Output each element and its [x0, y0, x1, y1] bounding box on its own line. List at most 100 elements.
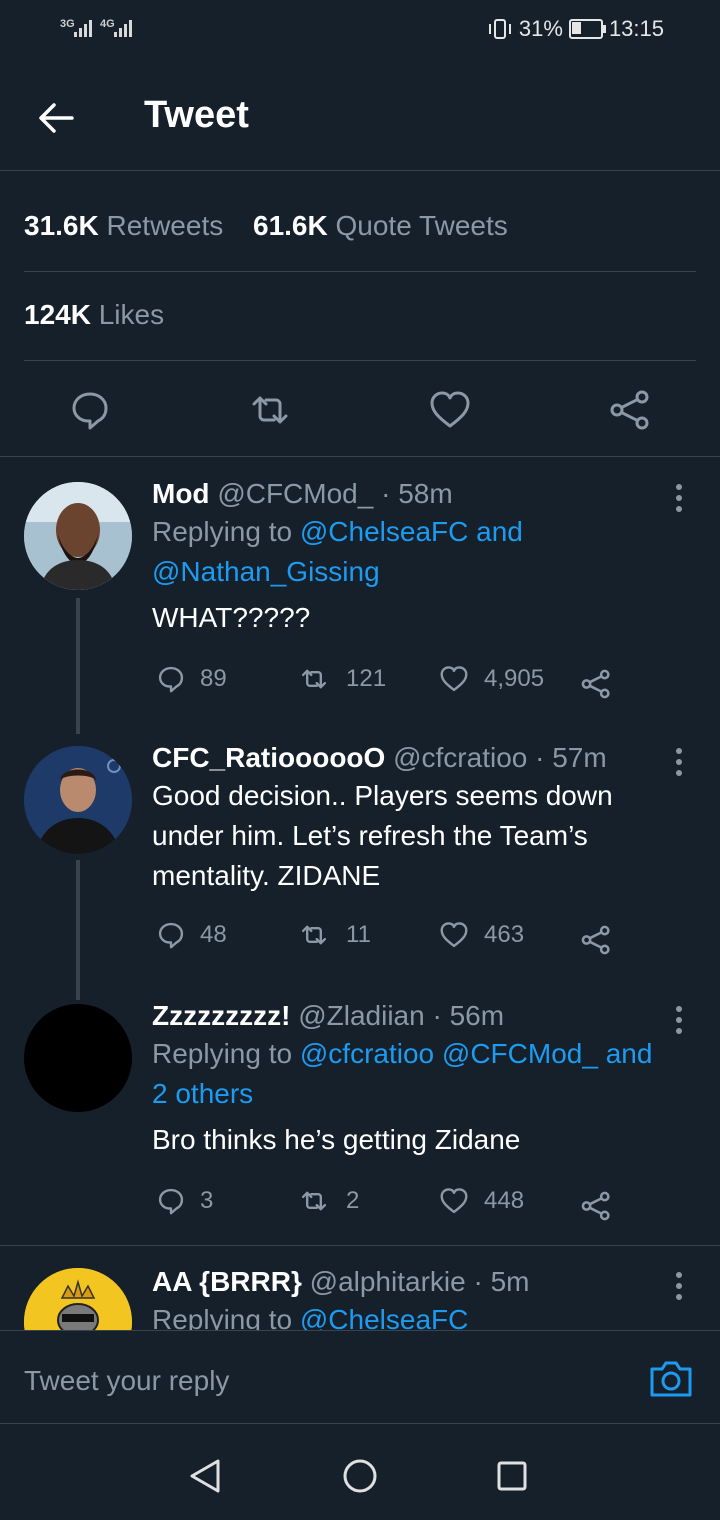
retweet-action[interactable]: 11 — [296, 920, 371, 950]
tweet-text-line: Good decision.. Players seems down — [152, 780, 613, 811]
reply-tweet[interactable]: AA {BRRR} @alphitarkie · 5m Replying to … — [152, 1266, 692, 1330]
more-vertical-icon[interactable] — [676, 1006, 684, 1039]
avatar-photo — [24, 482, 132, 590]
divider — [0, 456, 720, 457]
tweet-actions: 3 2 448 — [152, 1186, 622, 1226]
page-title: Tweet — [144, 94, 249, 136]
heart-icon[interactable] — [428, 388, 472, 432]
retweet-icon — [301, 925, 327, 945]
thread-line — [76, 598, 80, 734]
quotes-stat[interactable]: 61.6K Quote Tweets — [253, 210, 508, 241]
retweet-count: 2 — [346, 1187, 360, 1214]
retweet-count: 121 — [346, 665, 387, 692]
reply-tweet[interactable]: CFC_RatioooooO @cfcratioo · 57m Good dec… — [152, 742, 692, 896]
square-recents-icon[interactable] — [496, 1460, 528, 1492]
like-action[interactable]: 463 — [438, 920, 524, 950]
more-vertical-icon[interactable] — [676, 1272, 684, 1305]
more-vertical-icon[interactable] — [676, 748, 684, 781]
reply-tweet-clip: AA {BRRR} @alphitarkie · 5m Replying to … — [0, 1246, 720, 1330]
tweet-text: WHAT????? — [152, 602, 311, 633]
retweet-icon — [301, 669, 327, 689]
author-name: Zzzzzzzzz! — [152, 1000, 291, 1031]
circle-home-icon[interactable] — [342, 1458, 378, 1494]
share-icon[interactable] — [580, 1190, 612, 1222]
avatar[interactable] — [24, 482, 132, 590]
tweet-author[interactable]: Zzzzzzzzz! @Zladiian · 56m — [152, 1000, 692, 1032]
divider — [24, 360, 696, 361]
retweet-action[interactable]: 2 — [296, 1186, 359, 1216]
author-handle: @cfcratioo — [393, 742, 528, 773]
like-count: 4,905 — [484, 665, 545, 692]
tweet-time: · 56m — [432, 1000, 505, 1031]
speech-bubble-icon[interactable] — [68, 388, 112, 432]
reply-tweet[interactable]: Zzzzzzzzz! @Zladiian · 56m Replying to @… — [152, 1000, 692, 1160]
more-vertical-icon[interactable] — [676, 484, 684, 517]
thread-line — [76, 860, 80, 1000]
signal-label-3g: 3G — [60, 18, 75, 30]
avatar-photo — [24, 746, 132, 854]
engagement-stats-row: 31.6K Retweets 61.6K Quote Tweets — [24, 210, 508, 242]
system-nav-bar — [0, 1422, 720, 1520]
reply-input[interactable]: Tweet your reply — [24, 1365, 229, 1397]
reply-tweet[interactable]: Mod @CFCMod_ · 58m Replying to @ChelseaF… — [152, 478, 692, 638]
tweet-time: · 57m — [535, 742, 607, 773]
tweet-text: Good decision.. Players seems down under… — [152, 776, 692, 896]
like-action[interactable]: 4,905 — [438, 664, 544, 694]
speech-bubble-icon — [158, 1188, 184, 1215]
like-count: 463 — [484, 921, 525, 948]
camera-icon[interactable] — [648, 1359, 694, 1399]
tweet-text-line: under him. Let’s refresh the Team’s — [152, 820, 588, 851]
mention-link[interactable]: 2 others — [152, 1078, 253, 1109]
mention-link[interactable]: @Nathan_Gissing — [152, 556, 380, 587]
mention-link[interactable]: @ChelseaFC and — [300, 516, 523, 547]
retweets-stat[interactable]: 31.6K Retweets — [24, 210, 223, 241]
heart-icon — [440, 1188, 468, 1214]
tweet-author[interactable]: AA {BRRR} @alphitarkie · 5m — [152, 1266, 692, 1298]
replying-to: Replying to @ChelseaFC and @Nathan_Gissi… — [152, 512, 692, 592]
battery-icon — [568, 19, 606, 39]
heart-icon — [440, 922, 468, 948]
mention-link[interactable]: @cfcratioo @CFCMod_ and — [300, 1038, 653, 1069]
speech-bubble-icon — [158, 666, 184, 693]
avatar[interactable] — [24, 746, 132, 854]
arrow-left-icon[interactable] — [36, 100, 76, 136]
triangle-back-icon[interactable] — [188, 1458, 222, 1494]
signal-strength-icon — [74, 20, 92, 37]
retweet-icon[interactable] — [248, 388, 292, 432]
tweet-actions: 48 11 463 — [152, 920, 622, 960]
tweet-author[interactable]: Mod @CFCMod_ · 58m — [152, 478, 692, 510]
tweet-time: · 58m — [381, 478, 453, 509]
heart-icon — [440, 666, 468, 692]
avatar[interactable] — [24, 1004, 132, 1112]
tweet-time: · 5m — [473, 1266, 530, 1297]
likes-label: Likes — [98, 299, 165, 330]
quotes-label: Quote Tweets — [335, 210, 508, 241]
status-right: 31% 13:15 — [487, 16, 664, 42]
clock: 13:15 — [608, 16, 664, 41]
likes-stat[interactable]: 124K Likes — [24, 299, 164, 331]
vibrate-icon — [488, 19, 511, 39]
share-icon[interactable] — [580, 668, 612, 700]
author-name: CFC_RatioooooO — [152, 742, 386, 773]
reply-count: 3 — [200, 1187, 214, 1214]
reply-action[interactable]: 89 — [156, 664, 227, 694]
mention-link[interactable]: @ChelseaFC — [300, 1304, 468, 1330]
like-action[interactable]: 448 — [438, 1186, 524, 1216]
replying-prefix: Replying to — [152, 516, 293, 547]
share-icon[interactable] — [608, 388, 652, 432]
avatar[interactable] — [24, 1268, 132, 1330]
retweet-action[interactable]: 121 — [296, 664, 386, 694]
author-handle: @Zladiian — [298, 1000, 425, 1031]
author-handle: @alphitarkie — [309, 1266, 466, 1297]
retweets-count: 31.6K — [24, 210, 99, 241]
top-app-bar: Tweet — [0, 60, 720, 171]
tweet-author[interactable]: CFC_RatioooooO @cfcratioo · 57m — [152, 742, 692, 774]
reply-action[interactable]: 48 — [156, 920, 227, 950]
retweet-count: 11 — [346, 921, 371, 948]
quotes-count: 61.6K — [253, 210, 328, 241]
reply-action[interactable]: 3 — [156, 1186, 213, 1216]
likes-count: 124K — [24, 299, 91, 330]
share-icon[interactable] — [580, 924, 612, 956]
reply-compose-bar: Tweet your reply — [0, 1330, 720, 1424]
author-handle: @CFCMod_ — [217, 478, 374, 509]
